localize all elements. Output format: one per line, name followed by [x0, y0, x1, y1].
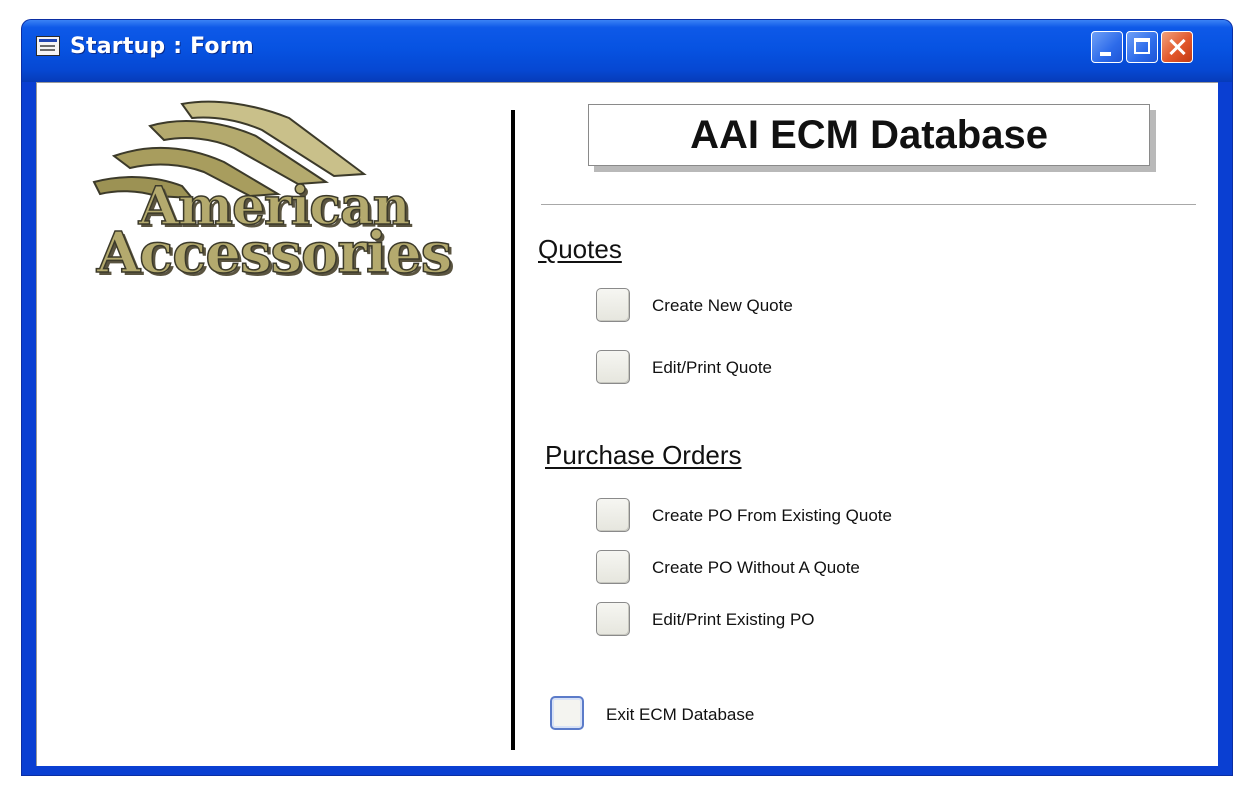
minimize-icon — [1100, 52, 1111, 56]
company-logo: American Accessories — [64, 96, 484, 287]
form-header-title: AAI ECM Database — [588, 104, 1150, 166]
edit-print-po-label: Edit/Print Existing PO — [652, 610, 815, 629]
close-icon — [1162, 32, 1192, 62]
form-window: Startup : Form American Accessories AAI … — [22, 20, 1232, 775]
vertical-divider — [511, 110, 515, 750]
edit-print-quote-label: Edit/Print Quote — [652, 358, 773, 377]
quotes-heading: Quotes — [538, 234, 622, 264]
purchase-orders-heading: Purchase Orders — [545, 440, 742, 470]
maximize-icon — [1134, 38, 1150, 54]
exit-database-label: Exit ECM Database — [606, 705, 755, 724]
create-new-quote-button[interactable] — [596, 288, 630, 322]
close-button[interactable] — [1161, 31, 1193, 63]
create-new-quote-label: Create New Quote — [652, 296, 793, 315]
form-icon[interactable] — [36, 36, 60, 56]
create-po-from-quote-label: Create PO From Existing Quote — [652, 506, 892, 525]
create-po-without-quote-button[interactable] — [596, 550, 630, 584]
edit-print-po-button[interactable] — [596, 602, 630, 636]
minimize-button[interactable] — [1091, 31, 1123, 63]
exit-database-button[interactable] — [550, 696, 584, 730]
maximize-button[interactable] — [1126, 31, 1158, 63]
create-po-from-quote-button[interactable] — [596, 498, 630, 532]
horizontal-divider — [541, 204, 1196, 205]
create-po-without-quote-label: Create PO Without A Quote — [652, 558, 860, 577]
window-title: Startup : Form — [70, 34, 254, 59]
form-body: American Accessories AAI ECM Database Qu… — [36, 82, 1218, 766]
title-bar[interactable]: Startup : Form — [22, 20, 1232, 82]
logo-text-accessories: Accessories — [96, 219, 453, 287]
edit-print-quote-button[interactable] — [596, 350, 630, 384]
